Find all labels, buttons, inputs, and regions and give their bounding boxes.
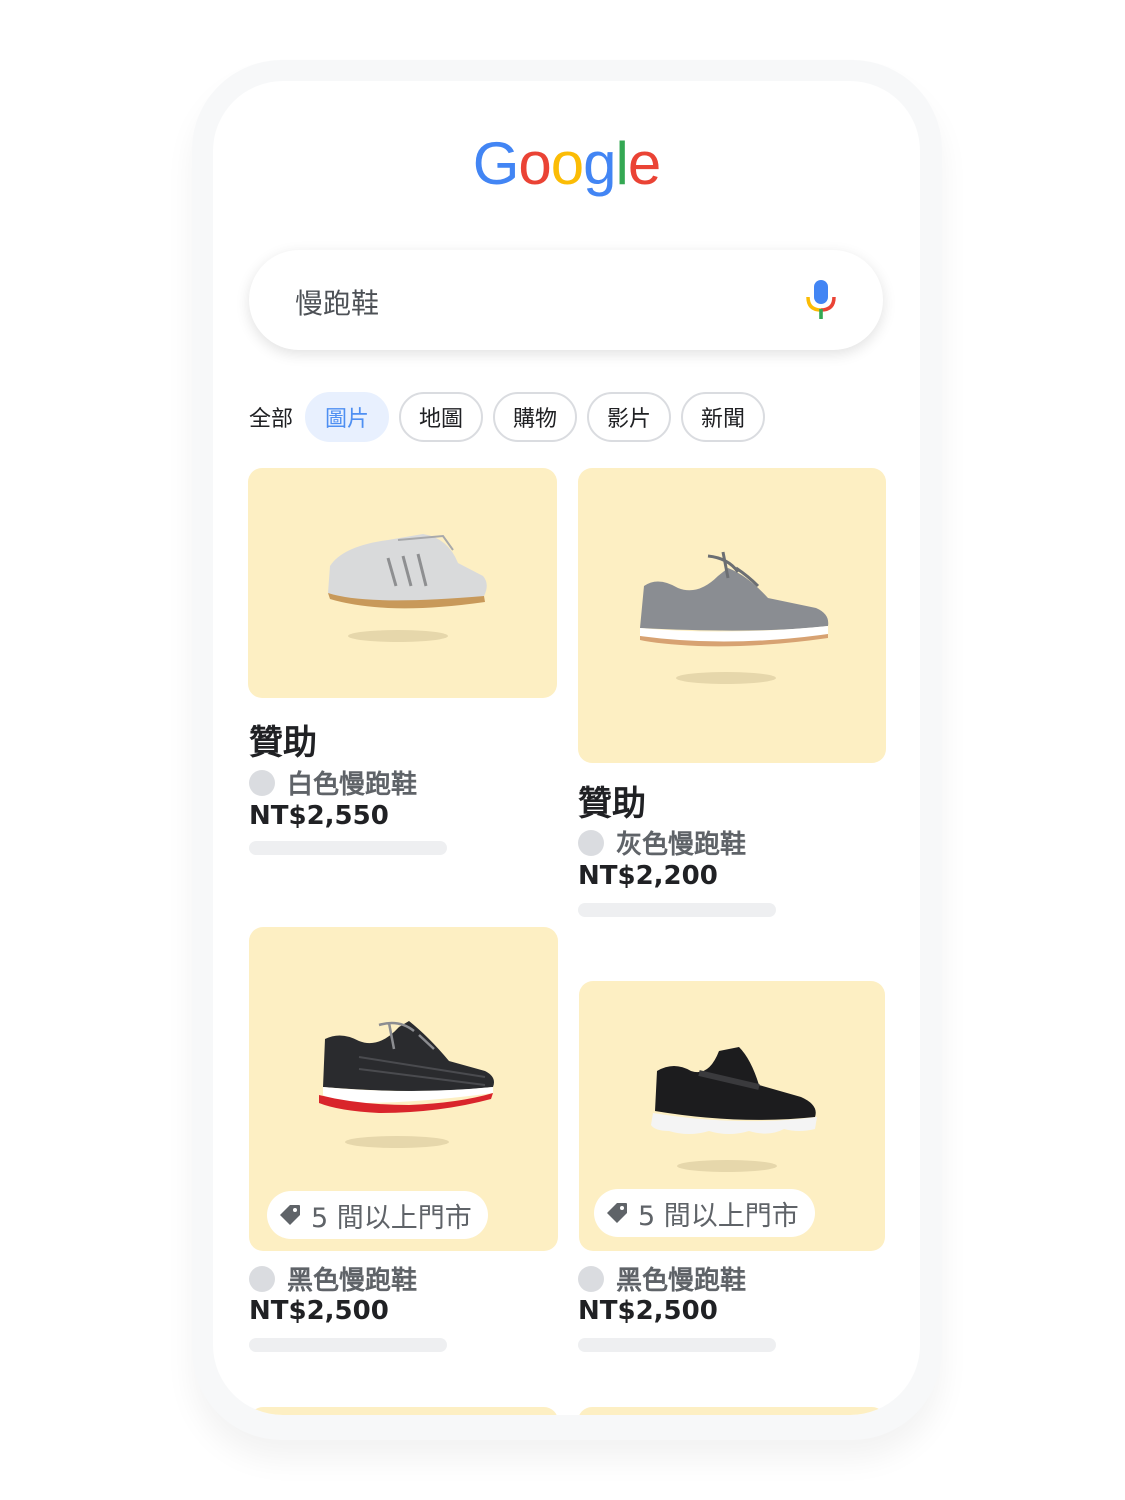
product-price: NT$2,500	[578, 1296, 718, 1326]
store-row[interactable]: 黑色慢跑鞋	[578, 1260, 746, 1297]
store-availability-badge[interactable]: 5 間以上門市	[267, 1191, 488, 1239]
store-name[interactable]: 黑色慢跑鞋	[287, 1260, 417, 1297]
product-price: NT$2,200	[578, 861, 718, 891]
white-running-shoe-icon	[328, 534, 487, 642]
store-row[interactable]: 白色慢跑鞋	[249, 764, 417, 801]
search-box[interactable]: 慢跑鞋	[249, 250, 883, 350]
tab-news[interactable]: 新聞	[681, 392, 766, 442]
placeholder-line	[249, 841, 447, 855]
badge-text: 5 間以上門市	[638, 1200, 799, 1232]
store-name[interactable]: 白色慢跑鞋	[287, 764, 417, 801]
product-image-grey-shoe[interactable]	[578, 468, 886, 763]
google-logo: Google	[213, 134, 920, 194]
store-name[interactable]: 灰色慢跑鞋	[616, 824, 746, 861]
store-availability-badge[interactable]: 5 間以上門市	[594, 1189, 815, 1237]
badge-text: 5 間以上門市	[311, 1202, 472, 1234]
logo-letter-o2: o	[550, 130, 584, 197]
placeholder-line	[249, 1338, 447, 1352]
product-image-white-shoe[interactable]	[248, 468, 557, 698]
store-row[interactable]: 黑色慢跑鞋	[249, 1260, 417, 1297]
tag-icon	[607, 1203, 627, 1223]
microphone-icon[interactable]	[803, 280, 839, 320]
sponsored-label: 贊助	[249, 723, 317, 763]
store-row[interactable]: 灰色慢跑鞋	[578, 824, 746, 861]
tag-icon	[280, 1205, 300, 1225]
tab-shopping[interactable]: 購物	[493, 392, 578, 442]
store-name[interactable]: 黑色慢跑鞋	[616, 1260, 746, 1297]
product-image-peek[interactable]	[249, 1407, 558, 1415]
product-price: NT$2,500	[249, 1296, 389, 1326]
store-favicon-icon	[578, 829, 604, 856]
tab-maps[interactable]: 地圖	[399, 392, 484, 442]
logo-letter-e: e	[627, 130, 661, 197]
store-favicon-icon	[578, 1265, 604, 1292]
placeholder-line	[578, 903, 776, 917]
tab-all[interactable]: 全部	[249, 401, 293, 433]
phone-screen: Google 慢跑鞋 全部 圖片 地圖 購物 影片 新聞 贊助 白色慢跑鞋 NT…	[213, 81, 920, 1415]
logo-letter-o1: o	[518, 130, 551, 197]
store-favicon-icon	[249, 769, 275, 796]
logo-letter-l: l	[615, 130, 629, 197]
tab-images[interactable]: 圖片	[305, 392, 390, 442]
store-favicon-icon	[249, 1265, 275, 1292]
grey-running-shoe-icon	[640, 551, 829, 684]
product-image-peek[interactable]	[578, 1407, 886, 1415]
logo-letter-g: G	[472, 130, 520, 197]
logo-letter-g2: g	[583, 130, 616, 197]
product-price: NT$2,550	[249, 801, 389, 831]
tab-videos[interactable]: 影片	[587, 392, 672, 442]
search-tabs: 全部 圖片 地圖 購物 影片 新聞	[249, 390, 775, 444]
search-input[interactable]: 慢跑鞋	[295, 282, 379, 322]
placeholder-line	[578, 1338, 776, 1352]
sponsored-label: 贊助	[578, 784, 646, 824]
